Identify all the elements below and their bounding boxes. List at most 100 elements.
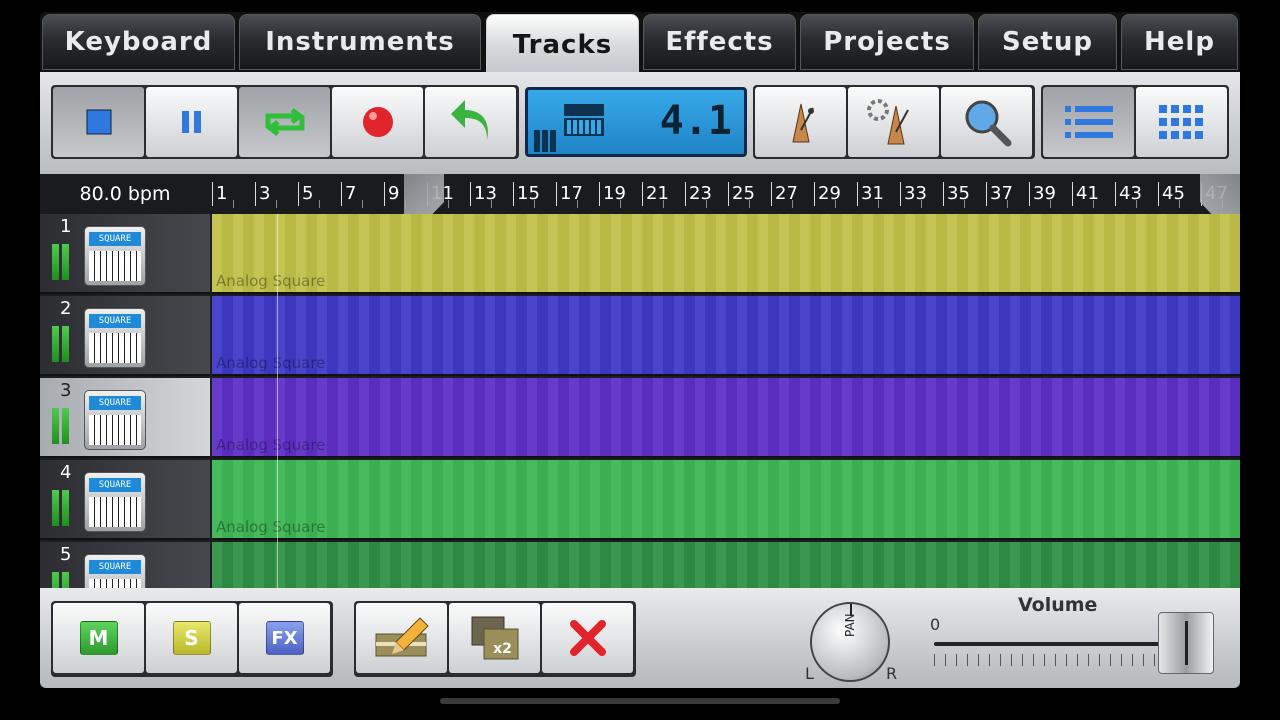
track-header[interactable]: 2 SQUARE — [40, 296, 210, 376]
ruler-mark: 31 — [857, 182, 884, 206]
mute-button[interactable]: M — [53, 603, 144, 673]
ruler-minor-tick — [1050, 200, 1051, 208]
fx-button[interactable]: FX — [239, 603, 330, 673]
ruler-minor-tick — [706, 200, 707, 208]
level-bars — [534, 130, 556, 152]
tab-effects[interactable]: Effects — [643, 14, 796, 70]
track-row[interactable]: 3 SQUARE Analog Square — [40, 378, 1240, 458]
ruler-minor-tick — [362, 200, 363, 208]
search-button[interactable] — [941, 87, 1032, 157]
ruler-minor-tick — [620, 200, 621, 208]
ruler-mark: 21 — [642, 182, 669, 206]
position-display[interactable]: 4.1 — [525, 87, 747, 157]
tab-instruments[interactable]: Instruments — [239, 14, 481, 70]
timeline-ruler[interactable]: 80.0 bpm 1357911131517192123252729313335… — [40, 174, 1240, 244]
ruler-mark: 23 — [685, 182, 712, 206]
grid-view-icon — [1158, 105, 1203, 139]
instrument-button[interactable]: SQUARE — [84, 226, 146, 286]
home-indicator[interactable] — [440, 698, 840, 704]
ruler-mark: 43 — [1115, 182, 1142, 206]
tab-projects[interactable]: Projects — [800, 14, 974, 70]
metronome-button[interactable] — [755, 87, 846, 157]
ruler-minor-tick — [233, 200, 234, 208]
track-header[interactable]: 4 SQUARE — [40, 460, 210, 540]
instrument-button[interactable]: SQUARE — [84, 308, 146, 368]
track-lane[interactable] — [212, 542, 1240, 588]
ruler-minor-tick — [448, 200, 449, 208]
stop-button[interactable] — [53, 87, 144, 157]
instrument-badge: SQUARE — [89, 396, 141, 410]
pan-label: PAN — [843, 613, 857, 637]
level-meter-left — [52, 244, 59, 280]
track-header[interactable]: 5 SQUARE — [40, 542, 210, 588]
instrument-button[interactable]: SQUARE — [84, 472, 146, 532]
track-header[interactable]: 3 SQUARE — [40, 378, 210, 458]
pause-button[interactable] — [146, 87, 237, 157]
edit-group: x2 — [354, 601, 636, 677]
track-row[interactable]: 4 SQUARE Analog Square — [40, 460, 1240, 540]
transport-toolbar: 4.1 — [40, 72, 1240, 174]
instrument-button[interactable]: SQUARE — [84, 554, 146, 588]
track-row[interactable]: 5 SQUARE — [40, 542, 1240, 588]
ruler-mark: 1 — [212, 182, 227, 206]
track-name: Analog Square — [216, 436, 326, 454]
instrument-button[interactable]: SQUARE — [84, 390, 146, 450]
track-lane[interactable]: Analog Square — [212, 460, 1240, 540]
level-meter-left — [52, 408, 59, 444]
volume-slider-track[interactable] — [934, 642, 1174, 646]
track-row[interactable]: 2 SQUARE Analog Square — [40, 296, 1240, 376]
mute-label: M — [79, 621, 118, 655]
undo-button[interactable] — [425, 87, 516, 157]
volume-slider-handle[interactable] — [1158, 612, 1214, 674]
keyboard-icon — [89, 251, 141, 281]
level-meter-left — [52, 490, 59, 526]
tab-help[interactable]: Help — [1121, 14, 1238, 70]
ruler-minor-tick — [749, 200, 750, 208]
delete-track-button[interactable] — [542, 603, 633, 673]
search-icon — [965, 100, 1011, 147]
metronome-settings-button[interactable] — [848, 87, 939, 157]
track-controls: M S FX x2 PAN L R Volume 0 — [40, 588, 1240, 688]
tab-keyboard[interactable]: Keyboard — [42, 14, 235, 70]
tempo-label[interactable]: 80.0 bpm — [40, 174, 210, 214]
volume-scale — [934, 654, 1156, 666]
playhead[interactable] — [277, 214, 278, 588]
mix-group: M S FX — [51, 601, 333, 677]
level-meter-left — [52, 326, 59, 362]
pan-left-label: L — [805, 664, 814, 683]
grid-view-button[interactable] — [1136, 87, 1227, 157]
ruler-mark: 37 — [986, 182, 1013, 206]
track-lane[interactable]: Analog Square — [212, 296, 1240, 376]
duplicate-track-button[interactable]: x2 — [449, 603, 540, 673]
ruler-minor-tick — [1179, 200, 1180, 208]
track-row[interactable]: 1 SQUARE Analog Square — [40, 214, 1240, 294]
edit-track-button[interactable] — [356, 603, 447, 673]
ruler-minor-tick — [1093, 200, 1094, 208]
position-readout: 4.1 — [659, 98, 732, 144]
list-view-button[interactable] — [1043, 87, 1134, 157]
ruler-mark: 41 — [1072, 182, 1099, 206]
ruler-minor-tick — [276, 200, 277, 208]
record-button[interactable] — [332, 87, 423, 157]
view-group — [1041, 85, 1229, 159]
tab-tracks[interactable]: Tracks — [486, 14, 639, 76]
tab-setup[interactable]: Setup — [978, 14, 1117, 70]
ruler-mark: 9 — [384, 182, 399, 206]
tools-group — [753, 85, 1035, 159]
list-view-icon — [1064, 106, 1113, 138]
ruler-minor-tick — [319, 200, 320, 208]
solo-button[interactable]: S — [146, 603, 237, 673]
pan-knob[interactable]: PAN — [810, 602, 890, 682]
ruler-minor-tick — [964, 200, 965, 208]
track-header[interactable]: 1 SQUARE — [40, 214, 210, 294]
keyboard-icon — [89, 333, 141, 363]
level-meter-right — [62, 572, 69, 588]
track-lane[interactable]: Analog Square — [212, 214, 1240, 294]
ruler-mark: 25 — [728, 182, 755, 206]
ruler-minor-tick — [921, 200, 922, 208]
stop-icon — [86, 109, 111, 135]
track-lane[interactable]: Analog Square — [212, 378, 1240, 458]
instrument-badge: SQUARE — [89, 232, 141, 246]
loop-button[interactable] — [239, 87, 330, 157]
ruler-mark: 27 — [771, 182, 798, 206]
